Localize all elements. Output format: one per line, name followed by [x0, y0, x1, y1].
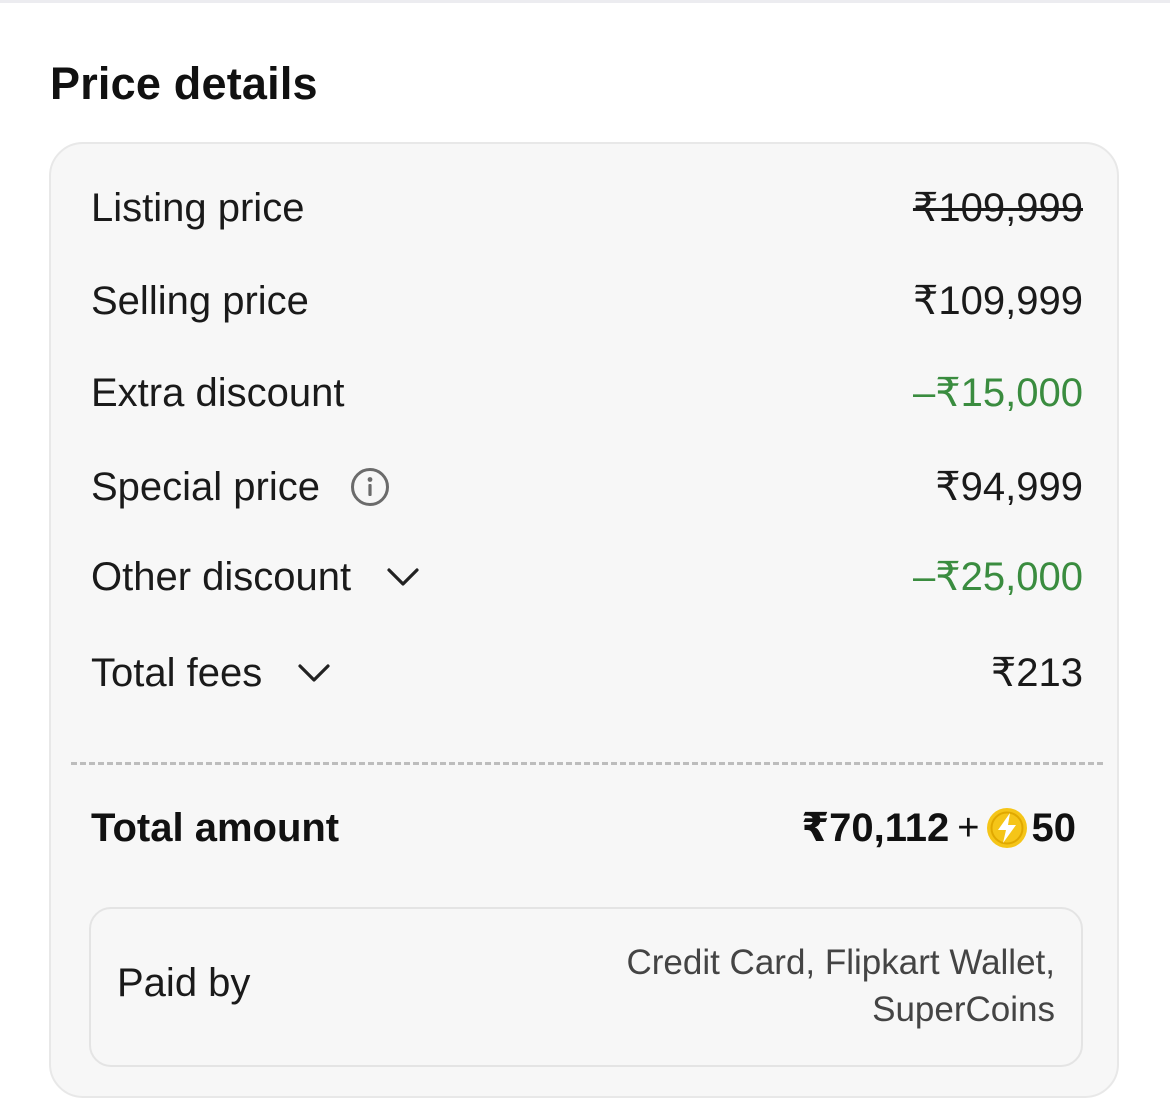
plus-sign: +: [957, 806, 980, 849]
special-price-row: Special price ₹94,999: [91, 459, 1083, 515]
paid-by-methods-line2: SuperCoins: [872, 990, 1055, 1029]
paid-by-methods-line1: Credit Card, Flipkart Wallet,: [626, 943, 1055, 982]
listing-price-value: ₹109,999: [912, 186, 1083, 230]
selling-price-label: Selling price: [91, 278, 309, 323]
chevron-down-icon[interactable]: [385, 559, 421, 595]
total-amount-rupees: ₹70,112: [801, 806, 950, 850]
other-discount-label: Other discount: [91, 554, 352, 599]
listing-price-label: Listing price: [91, 185, 305, 230]
paid-by-label: Paid by: [117, 961, 251, 1005]
price-details-card: Listing price ₹109,999 Selling price ₹10…: [49, 142, 1119, 1098]
total-amount-row: Total amount ₹70,112 + 50: [91, 800, 1076, 856]
special-price-value: ₹94,999: [935, 465, 1083, 509]
supercoin-icon: [986, 807, 1028, 849]
other-discount-row[interactable]: Other discount –₹25,000: [91, 549, 1083, 605]
total-amount-value: ₹70,112 + 50: [801, 805, 1076, 851]
supercoin-count: 50: [1031, 805, 1077, 850]
total-fees-label: Total fees: [91, 650, 263, 695]
extra-discount-label: Extra discount: [91, 370, 345, 415]
chevron-down-icon[interactable]: [296, 655, 332, 691]
section-title: Price details: [50, 58, 318, 109]
top-edge: [0, 0, 1170, 3]
total-fees-row[interactable]: Total fees ₹213: [91, 645, 1083, 701]
paid-by-methods: Credit Card, Flipkart Wallet, SuperCoins: [535, 939, 1055, 1033]
special-price-label: Special price: [91, 464, 321, 509]
listing-price-row: Listing price ₹109,999: [91, 180, 1083, 236]
dashed-divider: [71, 762, 1103, 765]
total-fees-value: ₹213: [990, 651, 1083, 695]
extra-discount-value: –₹15,000: [912, 371, 1083, 415]
selling-price-value: ₹109,999: [912, 279, 1083, 323]
info-icon[interactable]: [350, 467, 390, 507]
paid-by-box: Paid by Credit Card, Flipkart Wallet, Su…: [89, 907, 1083, 1067]
other-discount-value: –₹25,000: [912, 555, 1083, 599]
total-amount-label: Total amount: [91, 805, 340, 850]
selling-price-row: Selling price ₹109,999: [91, 273, 1083, 329]
extra-discount-row: Extra discount –₹15,000: [91, 365, 1083, 421]
